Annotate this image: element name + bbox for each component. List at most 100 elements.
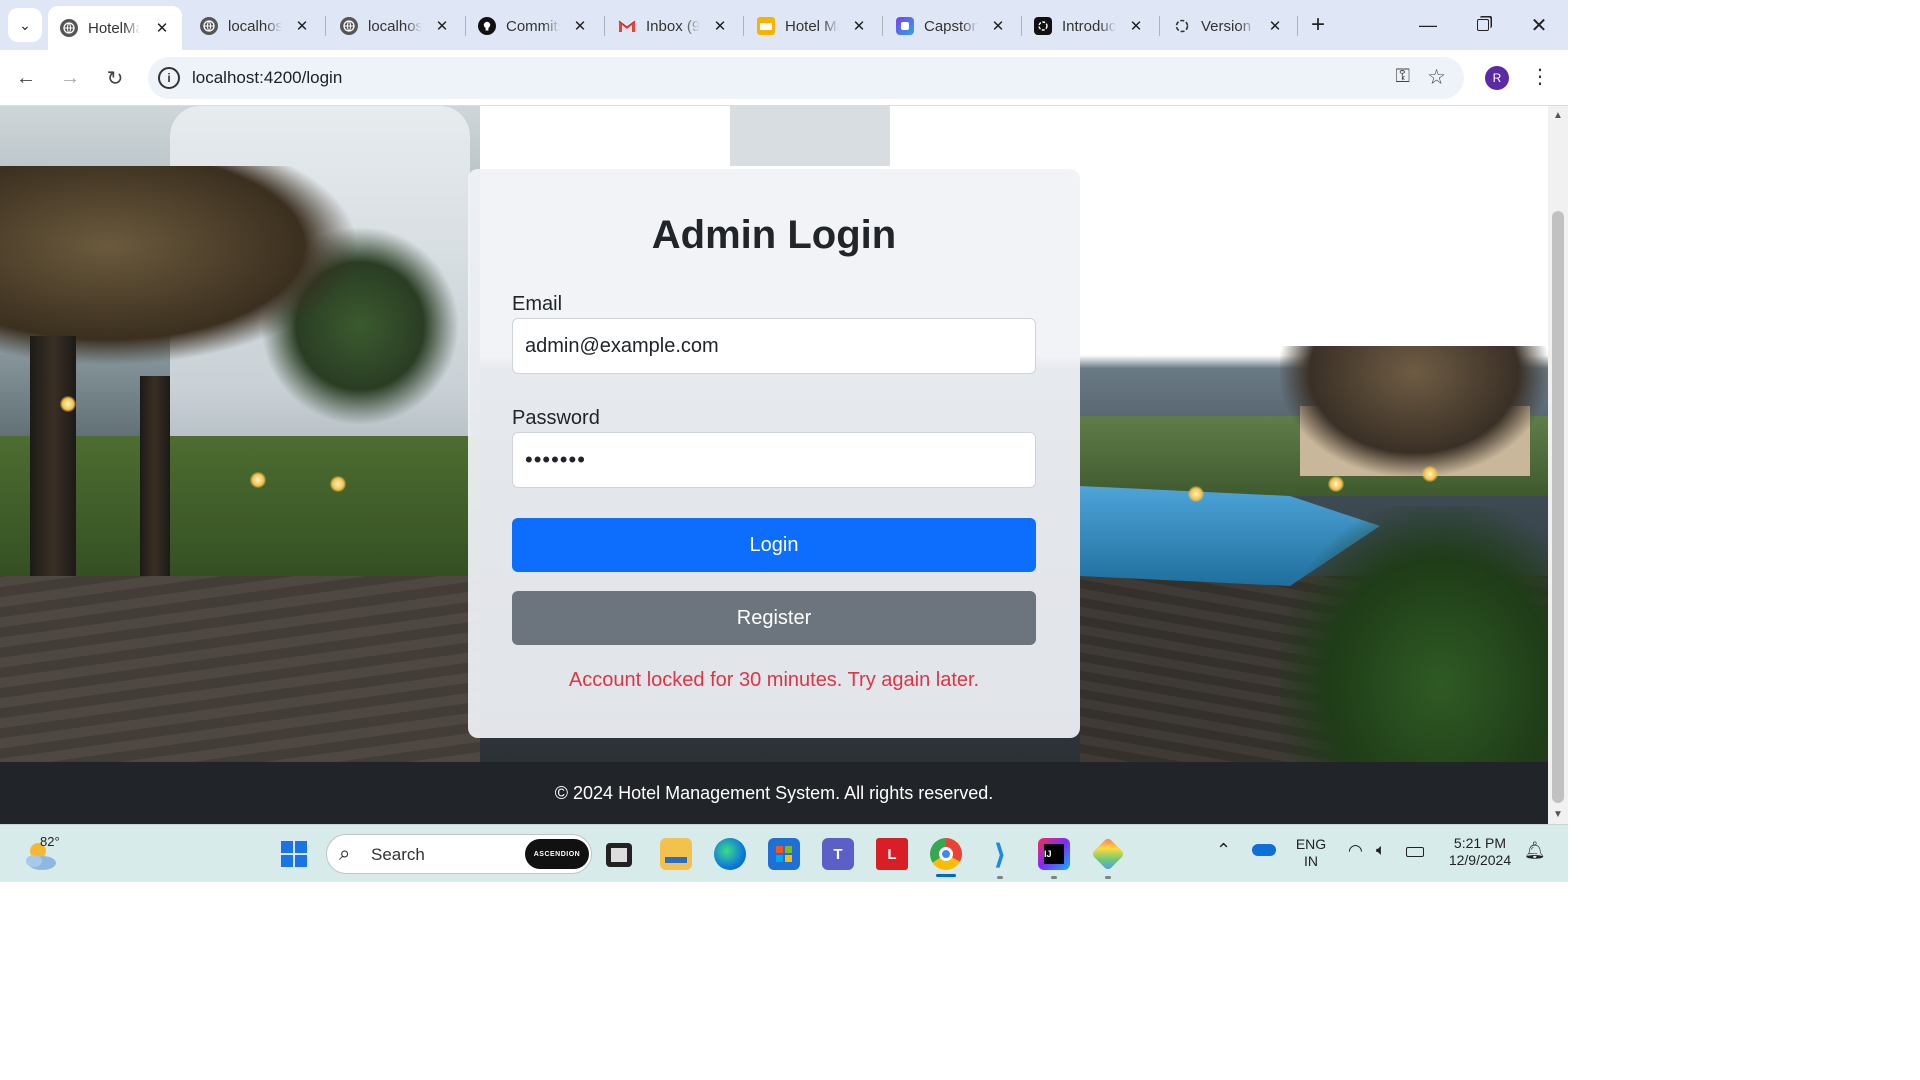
vscode-icon[interactable]: ⟩: [984, 838, 1016, 870]
password-label: Password: [512, 407, 600, 429]
notification-bell-icon[interactable]: 🔔︎: [1524, 842, 1546, 859]
language-indicator[interactable]: ENG IN: [1290, 836, 1332, 870]
background-lamp: [1328, 476, 1344, 492]
tab-title: Introduction: [1062, 17, 1116, 35]
close-icon[interactable]: ✕: [152, 19, 172, 37]
tab-title: Inbox (9: [646, 17, 700, 35]
file-explorer-icon[interactable]: [660, 838, 692, 870]
search-highlight-badge: ASCENDION: [525, 839, 589, 869]
tab-localhost-1[interactable]: localhost ✕: [188, 6, 322, 46]
background-lamp: [250, 472, 266, 488]
address-bar[interactable]: i localhost:4200/login ⚿ ☆: [148, 57, 1464, 99]
weather-temperature: 82°: [40, 834, 60, 849]
minimize-icon: —: [1419, 14, 1437, 35]
taskbar-search[interactable]: ⌕ Search ASCENDION: [326, 834, 592, 874]
new-tab-button[interactable]: +: [1295, 8, 1341, 42]
tab-capstone[interactable]: Capstone ✕: [884, 6, 1018, 46]
tab-title: localhost: [228, 17, 282, 35]
teams-icon[interactable]: T: [822, 838, 854, 870]
arrow-right-icon: →: [60, 66, 80, 89]
language-region: IN: [1304, 853, 1318, 869]
browser-toolbar: ← → ↻ i localhost:4200/login ⚿ ☆: [0, 50, 1568, 106]
arrow-left-icon: ←: [16, 66, 36, 89]
github-icon: [478, 17, 496, 35]
login-button[interactable]: Login: [512, 518, 1036, 572]
slides-icon: [757, 17, 775, 35]
scroll-down-icon[interactable]: ▼: [1553, 809, 1563, 820]
tab-gmail-inbox[interactable]: Inbox (9 ✕: [606, 6, 740, 46]
tab-localhost-2[interactable]: localhost ✕: [328, 6, 462, 46]
error-message: Account locked for 30 minutes. Try again…: [568, 669, 980, 691]
page-viewport: Admin Login Email Password Login Registe…: [0, 106, 1548, 824]
close-icon[interactable]: ✕: [292, 17, 312, 35]
tab-separator: [882, 16, 883, 36]
chevron-up-icon[interactable]: ⌃: [1216, 841, 1231, 859]
store-icon[interactable]: [768, 838, 800, 870]
bookmark-star-icon[interactable]: ☆: [1427, 65, 1446, 90]
page-scrollbar[interactable]: ▲ ▼: [1548, 106, 1568, 824]
back-button[interactable]: ←: [8, 60, 44, 96]
gem-app-icon[interactable]: [1091, 837, 1125, 871]
background-plants: [1280, 506, 1548, 762]
profile-avatar[interactable]: R: [1485, 66, 1509, 90]
openai-icon: [1034, 17, 1052, 35]
browser-menu-icon[interactable]: ⋮: [1530, 64, 1550, 89]
close-icon[interactable]: ✕: [988, 17, 1008, 35]
restore-button[interactable]: [1460, 8, 1506, 42]
password-field[interactable]: [512, 432, 1036, 488]
tab-introduction[interactable]: Introduction ✕: [1022, 6, 1156, 46]
background-lamp: [1188, 486, 1204, 502]
scroll-up-icon[interactable]: ▲: [1553, 110, 1563, 121]
tab-hotel-management[interactable]: HotelManagement ✕: [48, 6, 182, 50]
minimize-button[interactable]: —: [1405, 8, 1451, 42]
language-code: ENG: [1295, 836, 1327, 852]
tab-commits[interactable]: Commits ✕: [466, 6, 600, 46]
browser-tab-strip: ⌄ HotelManagement ✕ localhost ✕ localhos…: [0, 0, 1568, 50]
forward-button[interactable]: →: [52, 60, 88, 96]
l-app-icon[interactable]: L: [876, 838, 908, 870]
tab-title: localhost: [368, 17, 422, 35]
tab-version[interactable]: Version ✕: [1161, 6, 1295, 46]
url-text[interactable]: localhost:4200/login: [192, 68, 342, 88]
tab-search-button[interactable]: ⌄: [8, 8, 42, 42]
battery-icon[interactable]: [1406, 844, 1424, 861]
close-icon[interactable]: ✕: [1126, 17, 1146, 35]
clock[interactable]: 5:21 PM 12/9/2024: [1440, 835, 1520, 869]
task-view-icon[interactable]: [606, 843, 632, 867]
globe-icon: [60, 19, 78, 37]
tab-separator: [1159, 16, 1160, 36]
volume-icon[interactable]: 🔈︎: [1376, 842, 1386, 859]
background-lamp: [330, 476, 346, 492]
running-app-indicator: [1051, 876, 1057, 879]
register-button[interactable]: Register: [512, 591, 1036, 645]
chrome-icon[interactable]: [930, 838, 962, 870]
windows-start-icon[interactable]: [278, 838, 310, 870]
tab-title: Version: [1201, 17, 1252, 35]
tab-title: Hotel Management: [785, 17, 839, 35]
close-icon[interactable]: ✕: [849, 17, 869, 35]
reload-button[interactable]: ↻: [97, 60, 133, 96]
intellij-icon[interactable]: IJ: [1038, 838, 1070, 870]
tab-hotel-slides[interactable]: Hotel Management ✕: [745, 6, 879, 46]
close-window-button[interactable]: ✕: [1516, 8, 1562, 42]
site-info-icon[interactable]: i: [158, 67, 180, 89]
close-icon[interactable]: ✕: [1265, 17, 1285, 35]
password-key-icon[interactable]: ⚿: [1396, 66, 1410, 88]
running-app-indicator: [1105, 876, 1111, 879]
edge-icon[interactable]: [714, 838, 746, 870]
tab-separator: [604, 16, 605, 36]
email-field[interactable]: [512, 318, 1036, 374]
close-icon[interactable]: ✕: [710, 17, 730, 35]
onedrive-icon[interactable]: [1252, 843, 1276, 860]
close-icon[interactable]: ✕: [432, 17, 452, 35]
background-villa-roof: [730, 106, 890, 166]
close-icon[interactable]: ✕: [570, 17, 590, 35]
wifi-icon[interactable]: ◠: [1348, 842, 1363, 859]
active-app-indicator: [936, 874, 956, 877]
hotel-background-image: Admin Login Email Password Login Registe…: [0, 106, 1548, 762]
page-title: Admin Login: [651, 213, 897, 257]
tab-title: Commits: [506, 17, 560, 35]
openai-icon: [1173, 17, 1191, 35]
scrollbar-thumb[interactable]: [1552, 211, 1564, 803]
footer-copyright: © 2024 Hotel Management System. All righ…: [554, 782, 994, 803]
